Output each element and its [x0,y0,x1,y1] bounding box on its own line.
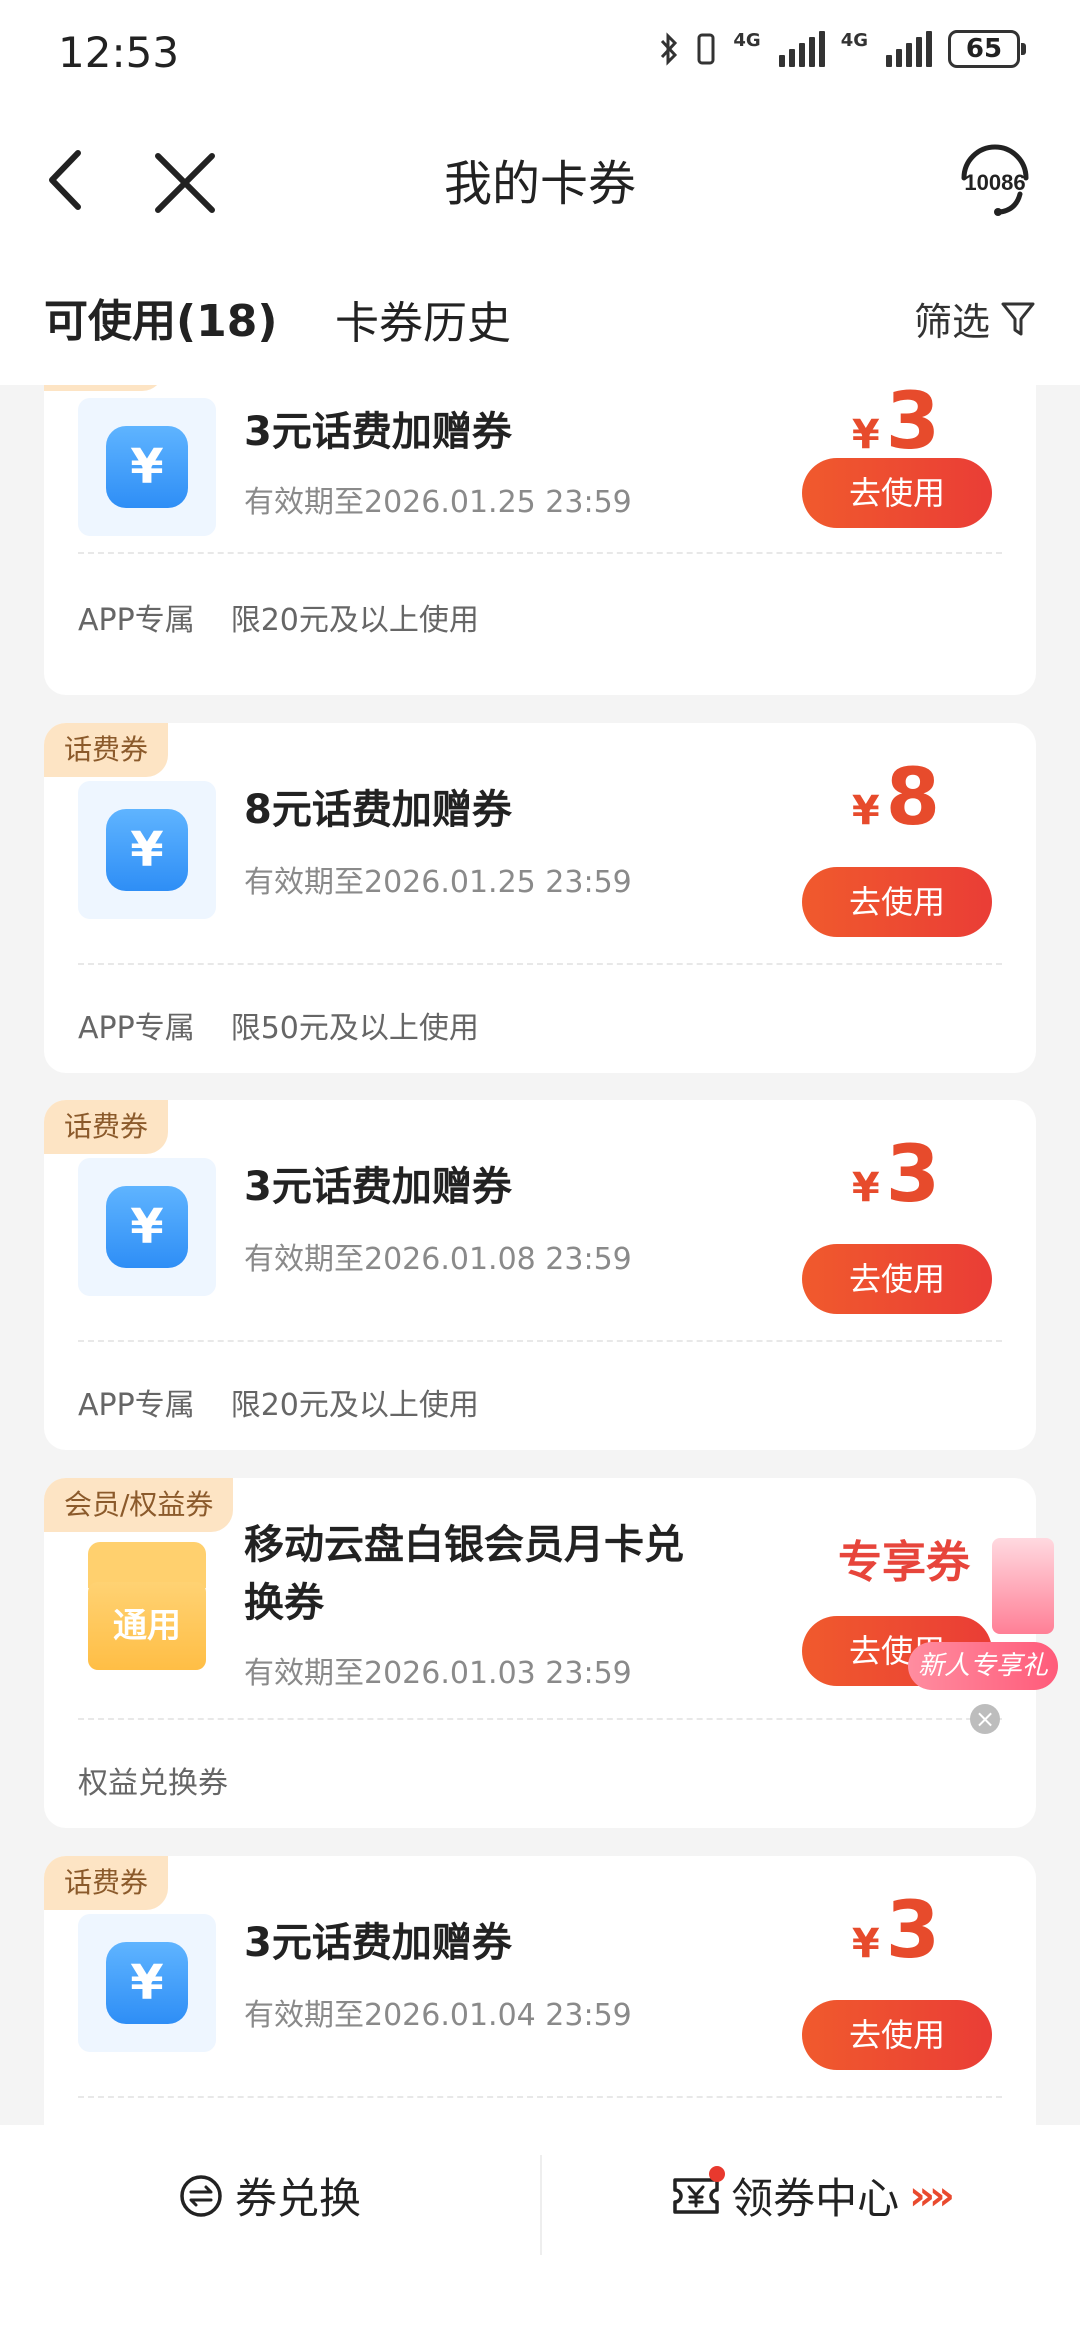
status-time: 12:53 [58,28,180,77]
notification-dot [709,2165,726,2182]
use-button[interactable]: 去使用 [802,458,992,528]
nav-bar: 我的卡券 10086 [0,110,1080,245]
new-user-promo[interactable]: 新人专享礼 [908,1538,1058,1690]
filter-icon [1001,302,1035,335]
coupon-card: ¥ 3元话费加赠券 有效期至2026.01.25 23:59 ¥3 去使用 AP… [44,385,1036,695]
coupon-amount: ¥3 [851,1886,940,1976]
page-title: 我的卡券 [443,156,636,212]
yen-icon: ¥ [106,1942,188,2024]
divider [78,1340,1002,1342]
vibrate-icon [697,33,715,65]
coupon-card: 话费券 ¥ 3元话费加赠券 有效期至2026.01.08 23:59 ¥3 去使… [44,1100,1036,1450]
promo-tag: 新人专享礼 [908,1642,1058,1690]
divider [78,552,1002,554]
coupon-amount: ¥8 [851,753,940,843]
coupon-badge: 话费券 [44,723,169,777]
coupon-badge: 话费券 [44,1856,169,1910]
coupon-expiry: 有效期至2026.01.08 23:59 [244,1242,632,1277]
coupon-title: 8元话费加赠券 [244,787,512,833]
coupon-badge: 话费券 [44,1100,169,1154]
coupon-footer: APP专属 限50元及以上使用 [78,1011,479,1046]
coupon-thumb: ¥ [78,1914,216,2052]
bottom-bar: 券兑换 领券中心 »» [0,2125,1080,2340]
coupon-title: 3元话费加赠券 [244,1164,512,1210]
exchange-icon [180,2174,222,2217]
coupon-badge [44,385,164,391]
network-type-2: 4G [840,30,868,51]
coupon-footer: APP专属 限20元及以上使用 [78,603,479,638]
use-button[interactable]: 去使用 [802,867,992,937]
coupon-badge: 会员/权益券 [44,1478,234,1532]
signal-icon-2 [886,31,932,67]
divider [78,2096,1002,2098]
coupon-thumb: ¥ [78,1158,216,1296]
exchange-label: 券兑换 [234,2174,361,2223]
coupon-thumb: ¥ [78,781,216,919]
use-button[interactable]: 去使用 [802,2000,992,2070]
coupon-footer: APP专属 限20元及以上使用 [78,1388,479,1423]
chevrons-right-icon: »» [909,2172,955,2219]
coupon-expiry: 有效期至2026.01.04 23:59 [244,1998,632,2033]
gift-icon [992,1538,1054,1634]
coupon-list[interactable]: ¥ 3元话费加赠券 有效期至2026.01.25 23:59 ¥3 去使用 AP… [0,385,1080,2125]
ticket-icon [671,2165,726,2218]
yen-icon: ¥ [106,809,188,891]
yen-icon: ¥ [106,426,188,508]
coupon-amount: ¥3 [851,1130,940,1220]
coupon-thumb: ¥ [78,398,216,536]
network-type-1: 4G [733,30,761,51]
use-button[interactable]: 去使用 [802,1244,992,1314]
coupon-expiry: 有效期至2026.01.25 23:59 [244,865,632,900]
status-bar: 12:53 4G 4G 65 [0,0,1080,110]
filter-button[interactable]: 筛选 [914,291,1036,346]
coupon-card: 话费券 ¥ 3元话费加赠券 有效期至2026.01.04 23:59 ¥3 去使… [44,1856,1036,2125]
coupon-expiry: 有效期至2026.01.25 23:59 [244,485,632,520]
promo-close-icon[interactable]: × [970,1704,1000,1734]
tab-history[interactable]: 卡券历史 [335,287,511,351]
divider [78,1718,1002,1720]
divider [78,963,1002,965]
status-icons: 4G 4G 65 [659,30,1026,68]
coupon-footer: 权益兑换券 [78,1766,228,1801]
coupon-title: 3元话费加赠券 [244,409,512,455]
coupon-card: 话费券 ¥ 8元话费加赠券 有效期至2026.01.25 23:59 ¥8 去使… [44,723,1036,1073]
filter-label: 筛选 [913,300,990,344]
signal-icon-1 [778,31,825,67]
tab-available[interactable]: 可使用(18) [44,285,277,349]
customer-service-icon[interactable]: 10086 [950,138,1040,218]
coupon-card: 会员/权益券 通用 移动云盘白银会员月卡兑 换券 有效期至2026.01.03 2… [44,1478,1036,1828]
bluetooth-icon [661,32,678,66]
coupon-title: 移动云盘白银会员月卡兑 换券 [244,1522,684,1626]
coupon-exchange-button[interactable]: 券兑换 [0,2165,540,2226]
battery-icon: 65 [948,30,1026,68]
coupon-amount: ¥3 [851,385,940,467]
coupon-expiry: 有效期至2026.01.03 23:59 [244,1656,632,1691]
coupon-title: 3元话费加赠券 [244,1920,512,1966]
coupon-center-label: 领券中心 [731,2174,900,2223]
general-voucher-icon: 通用 [88,1542,206,1670]
coupon-center-button[interactable]: 领券中心 »» [540,2165,1080,2226]
tab-bar: 可使用(18) 卡券历史 筛选 [0,245,1080,385]
service-number: 10086 [964,170,1025,195]
yen-icon: ¥ [106,1186,188,1268]
